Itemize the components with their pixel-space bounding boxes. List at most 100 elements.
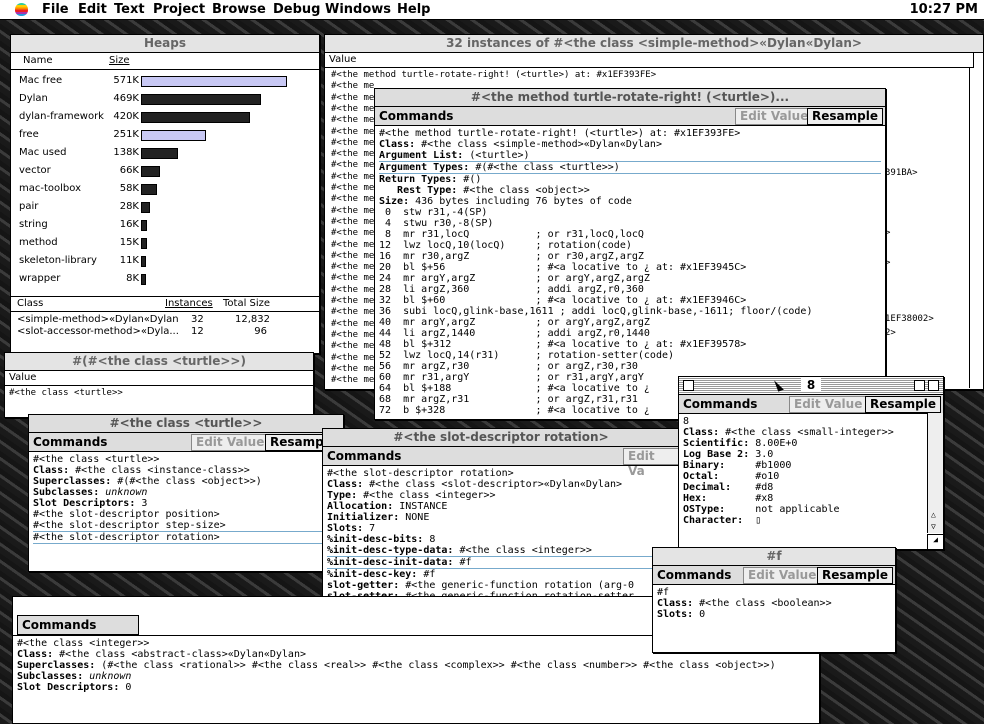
inspector-line[interactable]: 52 lwz locQ,14(r31) ; rotation-setter(co… xyxy=(379,350,881,361)
inspector-line[interactable]: Class: #<the class <small-integer>> xyxy=(683,427,923,438)
resample-button[interactable]: Resample xyxy=(865,396,941,413)
resample-button[interactable]: Resample xyxy=(817,567,893,584)
instance-row[interactable]: #<the me xyxy=(331,273,374,283)
collapse-box-icon[interactable] xyxy=(928,380,939,391)
inspector-line[interactable]: #<the class <turtle>> xyxy=(33,454,339,465)
inspector-line[interactable]: Superclasses: #(#<the class <object>>) xyxy=(33,476,339,487)
inspector-line[interactable]: Argument Types: #(#<the class <turtle>>) xyxy=(379,161,881,174)
apple-menu-icon[interactable] xyxy=(15,3,28,16)
instance-row[interactable]: #<the me xyxy=(331,228,374,238)
inspector-line[interactable]: Slots: 7 xyxy=(327,523,675,534)
inspector-line[interactable]: Class: #<the class <simple-method>«Dylan… xyxy=(379,139,881,150)
edit-value-button[interactable]: Edit Value xyxy=(743,567,822,584)
edit-value-button[interactable]: Edit Value xyxy=(735,108,814,125)
instance-row[interactable]: #<the me xyxy=(331,217,374,227)
inspector-line[interactable]: 4 stwu r30,-8(SP) xyxy=(379,218,881,229)
instance-row[interactable]: #<the me xyxy=(331,149,374,159)
instance-row[interactable]: #<the me xyxy=(331,160,374,170)
inspector-line[interactable]: %init-desc-bits: 8 xyxy=(327,534,675,545)
instance-row[interactable]: #<the me xyxy=(331,172,374,182)
inspector-line[interactable]: Slots: 0 xyxy=(657,609,891,620)
inspector-line[interactable]: Size: 436 bytes including 76 bytes of co… xyxy=(379,196,881,207)
class-col-instances[interactable]: Instances xyxy=(165,298,213,309)
resample-button[interactable]: Resample xyxy=(807,108,883,125)
inspector-line[interactable]: Class: #<the class <boolean>> xyxy=(657,598,891,609)
edit-value-button[interactable]: Edit Value xyxy=(191,434,270,451)
class-col-class[interactable]: Class xyxy=(17,298,43,309)
heap-row[interactable]: Mac free 571K xyxy=(11,72,311,90)
menu-windows[interactable]: Windows xyxy=(325,2,391,17)
inspector-line[interactable]: %init-desc-key: #f xyxy=(327,569,675,580)
inspector-line[interactable]: 8 mr r31,locQ ; or r31,locQ,locQ xyxy=(379,229,881,240)
instance-row[interactable]: #<the me xyxy=(331,240,374,250)
turtle-vector-row[interactable]: #<the class <turtle>> xyxy=(5,386,313,400)
menu-edit[interactable]: Edit xyxy=(78,2,107,17)
class-row[interactable]: <slot-accessor-method>«Dyla... 12 96 xyxy=(11,326,311,344)
heap-row[interactable]: Mac used 138K xyxy=(11,144,311,162)
inspector-line[interactable]: #f xyxy=(657,587,891,598)
instance-row[interactable]: #<the me xyxy=(331,262,374,272)
inspector-line[interactable]: #<the slot-descriptor position> xyxy=(33,509,339,520)
inspector-line[interactable]: Superclasses: (#<the class <rational>> #… xyxy=(17,660,815,671)
edit-value-button[interactable]: Edit Value xyxy=(789,396,868,413)
resample-button[interactable]: Resamp xyxy=(265,434,329,451)
inspector-line[interactable]: #<the method turtle-rotate-right! (<turt… xyxy=(379,128,881,139)
inspector-line[interactable]: %init-desc-type-data: #<the class <integ… xyxy=(327,545,675,556)
inspector-line[interactable]: 48 bl $+312 ; #<a locative to ¿ at: #x1E… xyxy=(379,339,881,350)
inspector-line[interactable]: #<the slot-descriptor rotation> xyxy=(33,531,339,544)
inspector-line[interactable]: 12 lwz locQ,10(locQ) ; rotation(code) xyxy=(379,240,881,251)
inspector-line[interactable]: 0 stw r31,-4(SP) xyxy=(379,207,881,218)
heaps-title[interactable]: Heaps xyxy=(11,35,319,53)
inspector-line[interactable]: 8 xyxy=(683,416,923,427)
close-box-icon[interactable] xyxy=(683,380,694,391)
inspector-line[interactable]: 44 li argZ,1440 ; addi argZ,r0,1440 xyxy=(379,328,881,339)
heap-row[interactable]: skeleton-library 11K xyxy=(11,252,311,270)
turtle-vector-title[interactable]: #(#<the class <turtle>>) xyxy=(5,353,313,371)
instance-row[interactable]: #<the me xyxy=(331,307,374,317)
inspector-line[interactable]: #<the slot-descriptor step-size> xyxy=(33,520,339,531)
inspector-line[interactable]: Initializer: NONE xyxy=(327,512,675,523)
scroll-down-arrow-icon[interactable]: ▽ xyxy=(931,522,936,531)
instance-row[interactable]: #<the me xyxy=(331,319,374,329)
inspector-line[interactable]: 28 li argZ,360 ; addi argZ,r0,360 xyxy=(379,284,881,295)
instance-row[interactable]: #<the me xyxy=(331,81,374,91)
turtle-class-title[interactable]: #<the class <turtle>> xyxy=(29,415,343,433)
heap-row[interactable]: free 251K xyxy=(11,126,311,144)
inspector-line[interactable]: Class: #<the class <instance-class>> xyxy=(33,465,339,476)
inspector-line[interactable]: Rest Type: #<the class <object>> xyxy=(379,185,881,196)
menu-debug[interactable]: Debug xyxy=(273,2,320,17)
commands-label[interactable]: Commands xyxy=(657,568,731,582)
inspector-line[interactable]: Return Types: #() xyxy=(379,174,881,185)
instance-row[interactable]: #<the me xyxy=(331,93,374,103)
integer-8-title[interactable]: 8 xyxy=(679,377,943,395)
commands-label[interactable]: Commands xyxy=(33,435,107,449)
inspector-line[interactable]: Subclasses: unknown xyxy=(17,671,815,682)
instance-row[interactable]: #<the me xyxy=(331,375,374,385)
inspector-line[interactable]: Hex: #x8 xyxy=(683,493,923,504)
instance-row[interactable]: #<the me xyxy=(331,341,374,351)
commands-label[interactable]: Commands xyxy=(379,109,453,123)
heap-row[interactable]: string 16K xyxy=(11,216,311,234)
inspector-line[interactable]: slot-getter: #<the generic-function rota… xyxy=(327,580,675,591)
heap-row[interactable]: pair 28K xyxy=(11,198,311,216)
inspector-line[interactable]: Decimal: #d8 xyxy=(683,482,923,493)
slot-descriptor-title[interactable]: #<the slot-descriptor rotation> xyxy=(323,429,679,447)
menu-help[interactable]: Help xyxy=(397,2,430,17)
heap-row[interactable]: mac-toolbox 58K xyxy=(11,180,311,198)
inspector-line[interactable]: 16 mr r30,argZ ; or r30,argZ,argZ xyxy=(379,251,881,262)
inspector-line[interactable]: Character: ▯ xyxy=(683,515,923,526)
method-title[interactable]: #<the method turtle-rotate-right! (<turt… xyxy=(375,89,885,107)
menu-project[interactable]: Project xyxy=(153,2,205,17)
instance-row[interactable]: #<the me xyxy=(331,251,374,261)
menu-text[interactable]: Text xyxy=(114,2,145,17)
instance-row[interactable]: #<the me xyxy=(331,194,374,204)
turtle-vector-col-value[interactable]: Value xyxy=(5,371,313,386)
inspector-line[interactable]: Slot Descriptors: 3 xyxy=(33,498,339,509)
heap-row[interactable]: dylan-framework 420K xyxy=(11,108,311,126)
resize-grip-icon[interactable]: ◢ xyxy=(927,534,943,549)
inspector-line[interactable]: Slot Descriptors: 0 xyxy=(17,682,815,693)
heap-row[interactable]: method 15K xyxy=(11,234,311,252)
heap-row[interactable]: Dylan 469K xyxy=(11,90,311,108)
inspector-line[interactable]: OSType: not applicable xyxy=(683,504,923,515)
heap-row[interactable]: wrapper 8K xyxy=(11,270,311,288)
